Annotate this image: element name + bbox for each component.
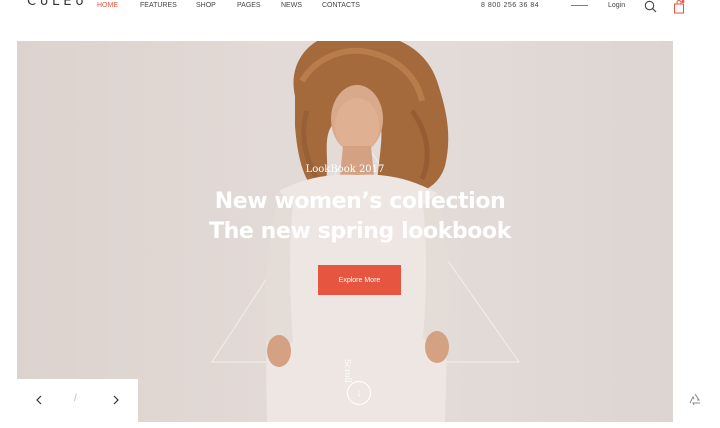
search-icon[interactable] bbox=[644, 0, 657, 13]
chevron-right-icon bbox=[113, 395, 119, 405]
hero-slider: LookBook 2017 New women’s collection The… bbox=[17, 41, 673, 422]
hero-kicker: LookBook 2017 bbox=[305, 164, 385, 175]
scroll-label: Scroll bbox=[343, 359, 352, 383]
nav-contacts[interactable]: CONTACTS bbox=[322, 2, 360, 9]
arrow-down-icon: ↓ bbox=[356, 387, 362, 399]
phone-number[interactable]: 8 800 256 36 84 bbox=[481, 2, 539, 9]
slider-separator: / bbox=[74, 393, 77, 404]
chevron-left-icon bbox=[36, 395, 42, 405]
site-header: CoLEo HOME FEATURES SHOP PAGES NEWS CONT… bbox=[0, 0, 720, 16]
explore-more-button[interactable]: Explore More bbox=[318, 265, 401, 295]
slider-controls: / bbox=[17, 379, 138, 422]
nav-home[interactable]: HOME bbox=[97, 2, 118, 9]
accent-divider bbox=[571, 5, 588, 6]
recycle-icon bbox=[689, 393, 700, 406]
hero-headline-line1: New women’s collection bbox=[214, 189, 506, 214]
scroll-down-button[interactable]: ↓ bbox=[347, 381, 371, 405]
shopping-bag-icon[interactable] bbox=[673, 0, 685, 14]
login-link[interactable]: Login bbox=[608, 2, 625, 9]
nav-features[interactable]: FEATURES bbox=[140, 2, 177, 9]
nav-shop[interactable]: SHOP bbox=[196, 2, 216, 9]
nav-pages[interactable]: PAGES bbox=[237, 2, 261, 9]
nav-news[interactable]: NEWS bbox=[281, 2, 302, 9]
slider-next-button[interactable] bbox=[109, 393, 123, 407]
logo[interactable]: CoLEo bbox=[27, 0, 87, 9]
settings-float-button[interactable] bbox=[687, 392, 703, 408]
hero-headline-line2: The new spring lookbook bbox=[209, 219, 511, 244]
slider-prev-button[interactable] bbox=[32, 393, 46, 407]
